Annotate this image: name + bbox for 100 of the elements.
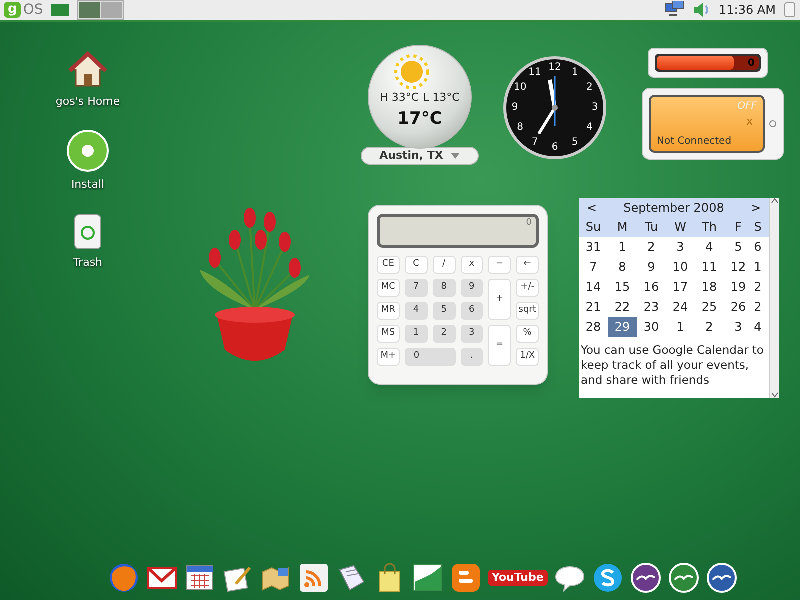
display-value: 0 bbox=[526, 217, 532, 230]
calendar-day[interactable]: 29 bbox=[608, 317, 637, 337]
calculator-key[interactable]: − bbox=[488, 256, 512, 274]
battery-reading: 0 bbox=[748, 56, 755, 70]
calendar-day[interactable]: 10 bbox=[666, 257, 695, 277]
calendar-day[interactable]: 14 bbox=[579, 277, 608, 297]
calculator-key[interactable]: 9 bbox=[460, 279, 484, 297]
clock-numeral: 9 bbox=[512, 103, 518, 113]
calculator-key[interactable]: / bbox=[432, 256, 456, 274]
calendar-day[interactable]: 1 bbox=[753, 257, 763, 277]
calendar-day[interactable]: 26 bbox=[724, 297, 753, 317]
calendar-day[interactable]: 1 bbox=[608, 237, 637, 257]
calendar-day[interactable]: 22 bbox=[608, 297, 637, 317]
panel-clock[interactable]: 11:36 AM bbox=[719, 1, 776, 19]
calculator-key[interactable]: 1/X bbox=[516, 348, 539, 366]
workspace-tile[interactable] bbox=[101, 2, 122, 18]
desktop-icon-label[interactable]: Trash bbox=[73, 255, 103, 272]
calculator-key[interactable]: 7 bbox=[404, 279, 428, 297]
calculator-key[interactable]: MR bbox=[377, 302, 400, 320]
next-month-button[interactable]: > bbox=[750, 198, 761, 216]
calculator-key[interactable]: x bbox=[460, 256, 484, 274]
weekday-label: Tu bbox=[644, 219, 660, 236]
calendar-day[interactable]: 21 bbox=[579, 297, 608, 317]
location-selector[interactable]: Austin, TX bbox=[361, 147, 479, 165]
low-temperature: L 13°C bbox=[423, 90, 460, 106]
desktop-icon-label[interactable]: Install bbox=[71, 176, 105, 193]
clock-numeral: 1 bbox=[572, 68, 578, 78]
calendar-day[interactable]: 8 bbox=[608, 257, 637, 277]
calculator-key[interactable]: 3 bbox=[460, 325, 484, 343]
calculator-key[interactable]: MC bbox=[377, 279, 400, 297]
calculator-key[interactable]: M+ bbox=[377, 348, 400, 366]
desktop-icon-label[interactable]: gos's Home bbox=[56, 94, 120, 110]
trash-icon[interactable] bbox=[784, 2, 796, 18]
calendar-day[interactable]: 1 bbox=[666, 317, 695, 337]
chart-icon[interactable] bbox=[412, 562, 444, 594]
toggle-knob-icon[interactable] bbox=[769, 120, 777, 128]
globe-icon[interactable] bbox=[108, 562, 140, 594]
bird-circle-icon[interactable] bbox=[706, 562, 738, 594]
calculator-key[interactable]: 0 bbox=[404, 348, 456, 366]
scroll-up-icon[interactable] bbox=[770, 198, 778, 204]
calendar-day[interactable]: 6 bbox=[753, 237, 763, 257]
calculator-key[interactable]: MS bbox=[377, 325, 400, 343]
clock-numeral: 8 bbox=[517, 123, 524, 133]
calendar-day[interactable]: 24 bbox=[666, 297, 695, 317]
calculator-key[interactable]: +/- bbox=[516, 279, 539, 297]
bird-circle-icon[interactable] bbox=[668, 562, 700, 594]
clock-numeral: 4 bbox=[586, 123, 593, 133]
calendar-day[interactable]: 4 bbox=[695, 237, 724, 257]
calculator-key[interactable]: CE bbox=[377, 256, 400, 274]
desktop-icon[interactable] bbox=[51, 4, 70, 16]
calendar-day[interactable]: 12 bbox=[724, 257, 753, 277]
previous-month-button[interactable]: < bbox=[587, 198, 598, 216]
calculator-key[interactable]: . bbox=[460, 348, 484, 366]
calendar-day[interactable]: 25 bbox=[695, 297, 724, 317]
blog-icon[interactable] bbox=[450, 562, 482, 594]
video-logo[interactable]: YouTube bbox=[488, 570, 548, 586]
volume-icon[interactable] bbox=[693, 2, 712, 18]
calculator-key[interactable]: 6 bbox=[460, 302, 484, 320]
clock-numeral: 12 bbox=[548, 63, 562, 73]
calendar-day[interactable]: 2 bbox=[753, 277, 763, 297]
workspace-tile[interactable] bbox=[79, 2, 100, 18]
calendar-day[interactable]: 7 bbox=[579, 257, 608, 277]
calculator-key[interactable]: 1 bbox=[404, 325, 428, 343]
calendar-day[interactable]: 18 bbox=[695, 277, 724, 297]
current-temperature: 17°C bbox=[398, 108, 442, 130]
calendar-day[interactable]: 11 bbox=[695, 257, 724, 277]
scroll-down-icon[interactable] bbox=[770, 392, 778, 398]
calculator-key[interactable]: + bbox=[488, 279, 512, 320]
calculator-key[interactable]: % bbox=[516, 325, 539, 343]
calendar-day[interactable]: 31 bbox=[579, 237, 608, 257]
rss-icon[interactable] bbox=[298, 562, 330, 594]
calendar-day[interactable]: 3 bbox=[666, 237, 695, 257]
logo-text[interactable]: OS bbox=[23, 2, 44, 18]
calendar-day[interactable]: 19 bbox=[724, 277, 753, 297]
calendar-day[interactable]: 30 bbox=[637, 317, 666, 337]
calendar-day[interactable]: 4 bbox=[753, 317, 763, 337]
calendar-day[interactable]: 15 bbox=[608, 277, 637, 297]
calculator-key[interactable]: sqrt bbox=[516, 302, 539, 320]
s-logo-icon[interactable] bbox=[592, 562, 624, 594]
calculator-key[interactable]: 5 bbox=[432, 302, 456, 320]
calendar-day[interactable]: 2 bbox=[695, 317, 724, 337]
network-icon[interactable] bbox=[665, 1, 686, 19]
calendar-day[interactable]: 17 bbox=[666, 277, 695, 297]
calculator-key[interactable]: 4 bbox=[404, 302, 428, 320]
bird-circle-icon[interactable] bbox=[630, 562, 662, 594]
calendar-day[interactable]: 28 bbox=[579, 317, 608, 337]
calculator-key[interactable]: ← bbox=[516, 256, 539, 274]
calculator-key[interactable]: 8 bbox=[432, 279, 456, 297]
calendar-day[interactable]: 5 bbox=[724, 237, 753, 257]
calculator-key[interactable]: C bbox=[404, 256, 428, 274]
calendar-day[interactable]: 16 bbox=[637, 277, 666, 297]
calendar-day[interactable]: 2 bbox=[753, 297, 763, 317]
calendar-day[interactable]: 9 bbox=[637, 257, 666, 277]
calendar-day[interactable]: 23 bbox=[637, 297, 666, 317]
calculator-key[interactable]: = bbox=[488, 325, 512, 366]
calendar-day[interactable]: 2 bbox=[637, 237, 666, 257]
calendar-note: You can use Google Calendar to keep track of all your events, and share with friends bbox=[580, 342, 765, 388]
calculator-key[interactable]: 2 bbox=[432, 325, 456, 343]
scrollbar[interactable] bbox=[769, 198, 779, 398]
calendar-day[interactable]: 3 bbox=[724, 317, 753, 337]
